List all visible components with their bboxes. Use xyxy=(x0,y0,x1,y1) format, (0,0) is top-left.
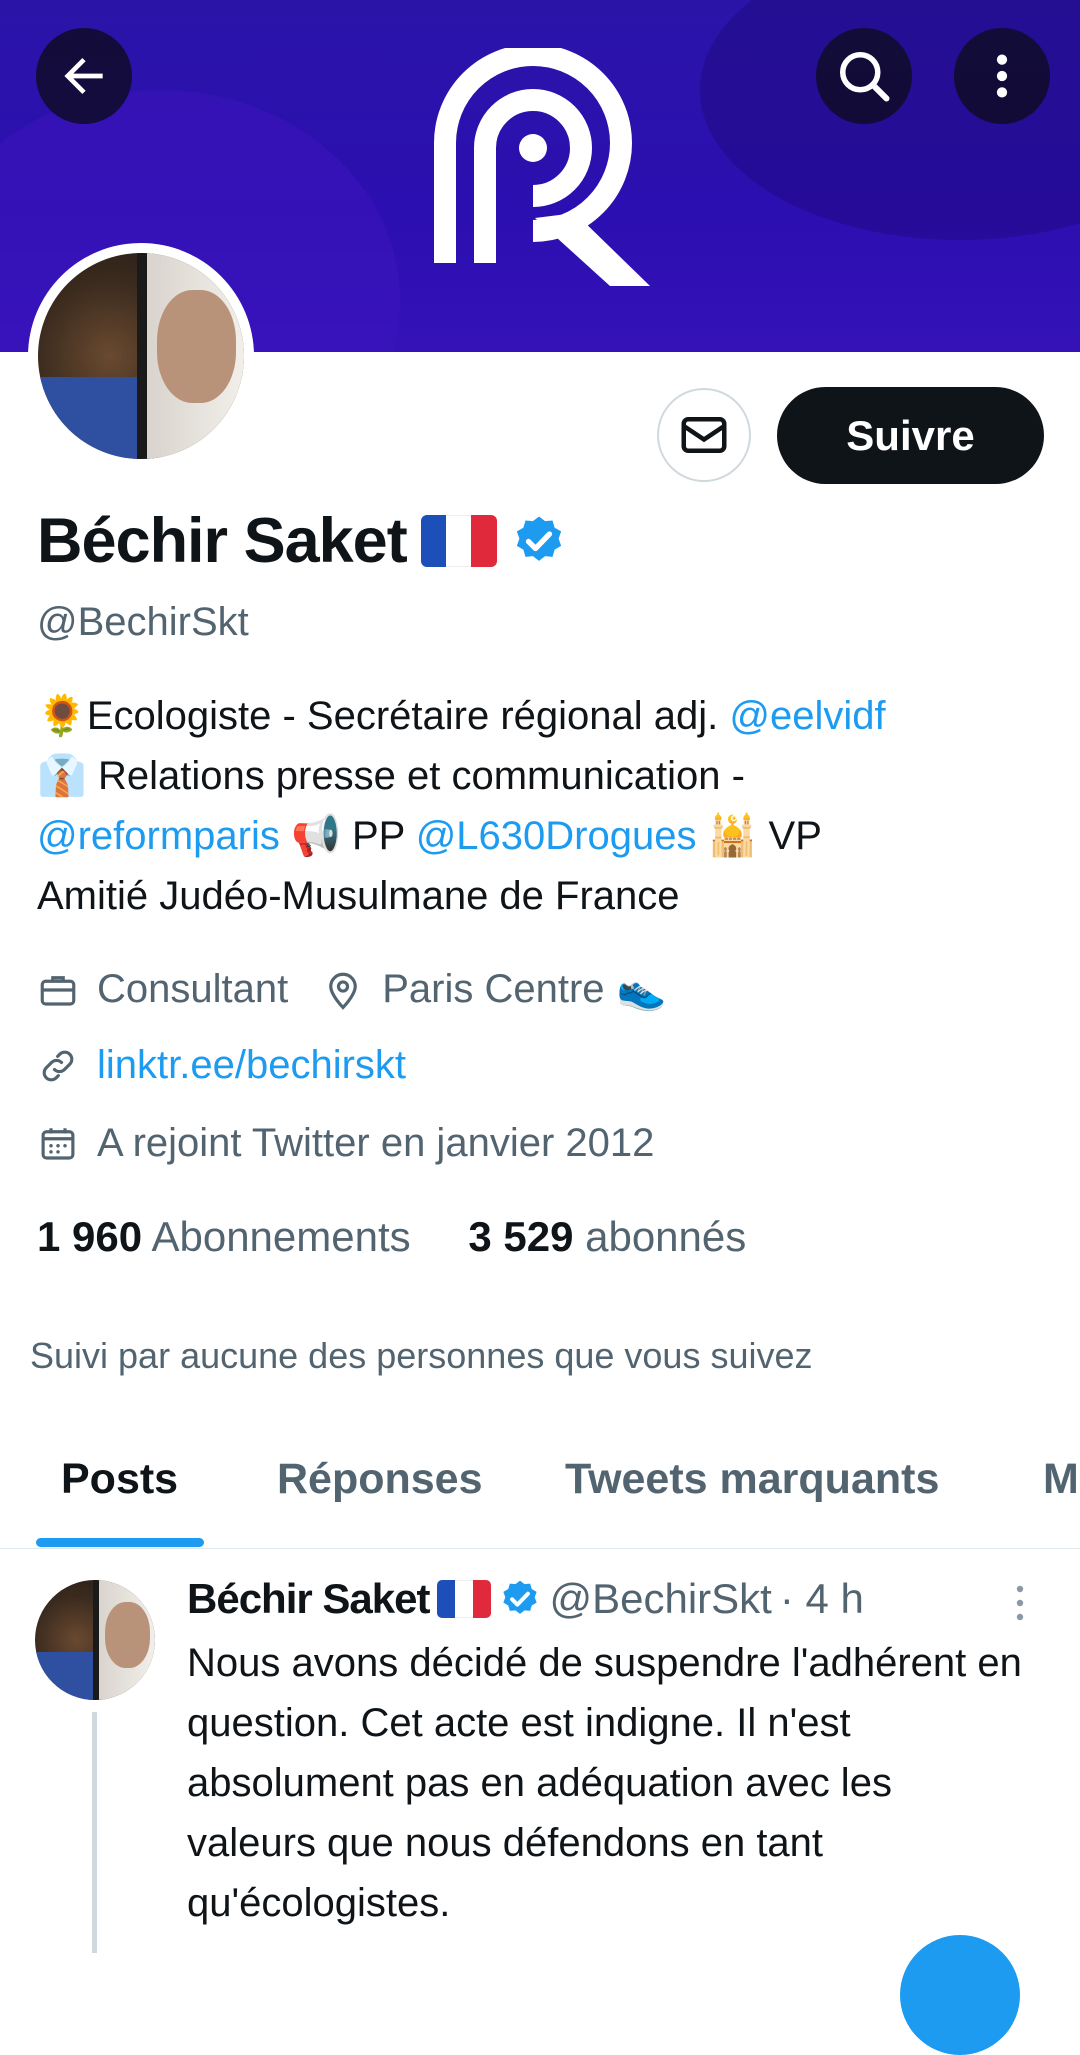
briefcase-icon xyxy=(40,975,76,1006)
followers-link[interactable]: 3 529 abonnés xyxy=(468,1213,746,1260)
profile-stats: 1 960 Abonnements 3 529 abonnés xyxy=(37,1213,746,1261)
following-count: 1 960 xyxy=(37,1213,143,1260)
mosque-icon: 🕌 xyxy=(707,814,758,858)
avatar-photo xyxy=(38,253,244,459)
mention-link[interactable]: @reformparis xyxy=(37,814,280,858)
display-name: Béchir Saket xyxy=(37,506,408,576)
search-button[interactable] xyxy=(816,28,912,124)
following-link[interactable]: 1 960 Abonnements xyxy=(37,1213,411,1260)
compose-button[interactable] xyxy=(900,1935,1020,2055)
running-shoe-icon: 👟 xyxy=(616,968,667,1012)
post-avatar[interactable] xyxy=(35,1580,155,1700)
mention-link[interactable]: @L630Drogues xyxy=(416,814,697,858)
profile-location: Paris Centre xyxy=(382,967,605,1011)
website-link[interactable]: linktr.ee/bechirskt xyxy=(97,1043,406,1088)
banner-logo xyxy=(434,48,650,286)
tab-posts[interactable]: Posts xyxy=(61,1455,178,1504)
post-time: · 4 h xyxy=(779,1575,864,1622)
profile-tabs: Posts Réponses Tweets marquants M xyxy=(0,1420,1080,1549)
profile-avatar[interactable] xyxy=(28,243,254,469)
calendar-icon xyxy=(41,1127,75,1160)
megaphone-icon: 📢 xyxy=(291,814,341,858)
active-tab-indicator xyxy=(36,1538,204,1547)
necktie-icon: 👔 xyxy=(37,754,87,798)
followers-label: abonnés xyxy=(585,1213,747,1260)
back-button[interactable] xyxy=(36,28,132,124)
tab-media[interactable]: M xyxy=(1043,1455,1079,1504)
mention-link[interactable]: @eelvidf xyxy=(729,694,885,738)
link-icon xyxy=(42,1050,74,1081)
france-flag-icon xyxy=(437,1580,492,1618)
bio-text: Relations presse et communication - xyxy=(97,754,745,798)
post-header: Béchir Saket @BechirSkt · 4 h xyxy=(187,1575,864,1623)
more-vertical-icon xyxy=(996,54,1008,98)
france-flag-icon xyxy=(420,515,497,567)
post-author[interactable]: Béchir Saket xyxy=(187,1575,430,1623)
location-pin-icon xyxy=(329,972,358,1010)
message-button[interactable] xyxy=(657,388,751,482)
followed-by-text: Suivi par aucune des personnes que vous … xyxy=(30,1335,813,1376)
profile-bio: 🌻Ecologiste - Secrétaire régional adj. @… xyxy=(37,686,1047,926)
verified-badge-icon xyxy=(503,1580,538,1614)
profile-joined-row: A rejoint Twitter en janvier 2012 xyxy=(37,1121,654,1166)
search-icon xyxy=(840,52,890,102)
bio-text: PP xyxy=(351,814,405,858)
followers-count: 3 529 xyxy=(468,1213,574,1260)
profile-job: Consultant xyxy=(97,967,289,1011)
post-text: Nous avons décidé de suspendre l'adhéren… xyxy=(187,1641,1022,1925)
verified-badge-icon[interactable] xyxy=(511,513,567,569)
envelope-icon xyxy=(681,417,727,453)
post-handle: @BechirSkt xyxy=(549,1575,772,1622)
bio-text: VP xyxy=(768,814,822,858)
profile-meta-row: Consultant Paris Centre 👟 xyxy=(37,966,666,1013)
post-more-icon[interactable] xyxy=(1010,1583,1030,1623)
tab-highlights[interactable]: Tweets marquants xyxy=(565,1455,939,1504)
more-button[interactable] xyxy=(954,28,1050,124)
following-label: Abonnements xyxy=(151,1213,411,1260)
thread-line xyxy=(92,1712,97,1953)
bio-text: Amitié Judéo-Musulmane de France xyxy=(37,874,680,918)
follow-button[interactable]: Suivre xyxy=(777,387,1044,484)
profile-handle: @BechirSkt xyxy=(37,600,249,644)
profile-name: Béchir Saket xyxy=(37,505,567,577)
profile-website-row: linktr.ee/bechirskt xyxy=(37,1043,406,1088)
bio-text: Ecologiste - Secrétaire régional adj. xyxy=(86,694,719,738)
tab-replies[interactable]: Réponses xyxy=(277,1455,483,1504)
arrow-left-icon xyxy=(64,58,103,94)
profile-joined: A rejoint Twitter en janvier 2012 xyxy=(97,1121,655,1165)
sunflower-icon: 🌻 xyxy=(37,694,87,738)
